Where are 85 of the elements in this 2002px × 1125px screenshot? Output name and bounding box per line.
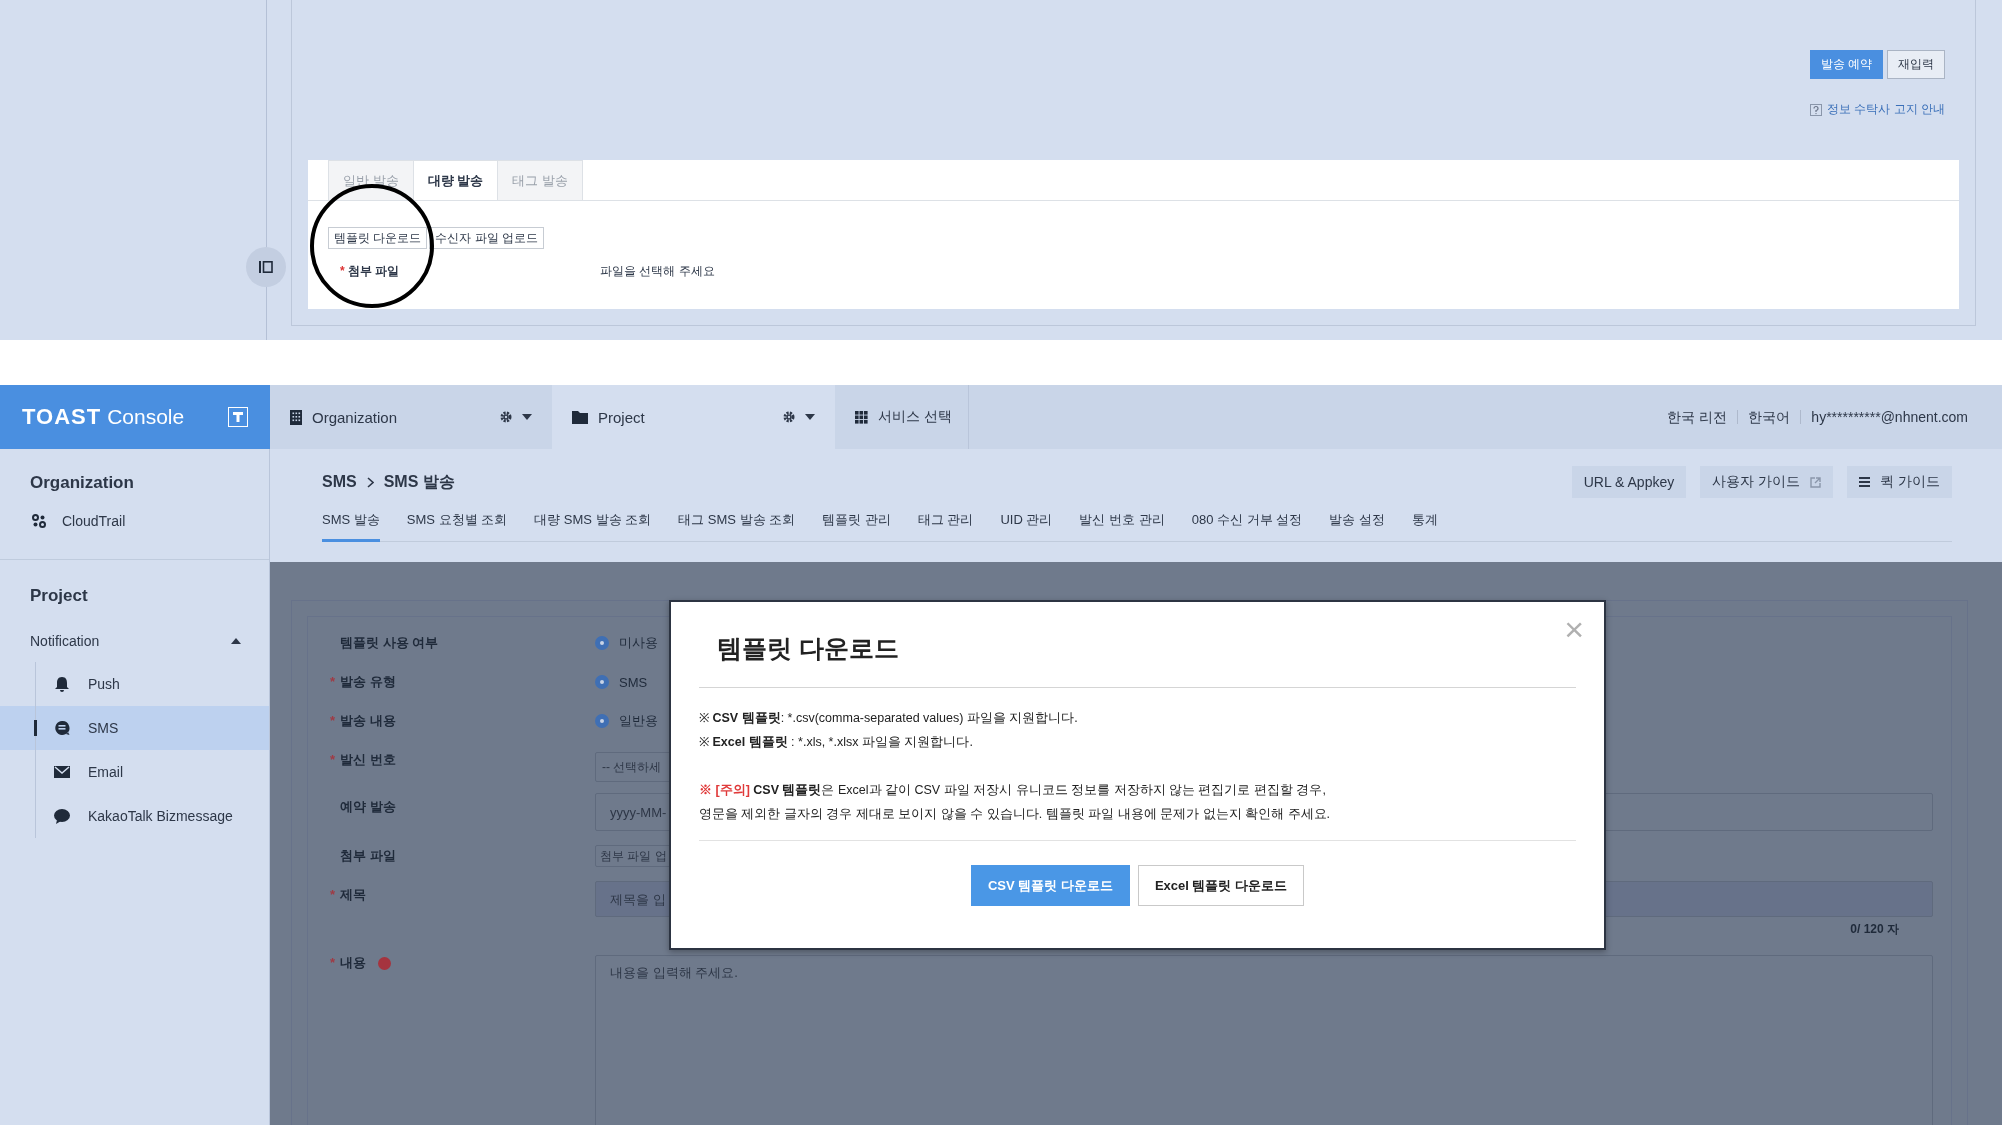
- radio-button[interactable]: [595, 636, 609, 650]
- radio-button[interactable]: [595, 675, 609, 689]
- logo-suffix: Console: [107, 405, 186, 429]
- help-icon: [1810, 103, 1822, 116]
- tab[interactable]: 발송 설정: [1329, 503, 1385, 542]
- settings-icon[interactable]: [783, 411, 795, 423]
- tab[interactable]: SMS 요청별 조회: [406, 503, 508, 542]
- bell-icon: [54, 675, 70, 693]
- field-label: 첨부 파일: [348, 264, 400, 278]
- tab[interactable]: SMS 발송: [322, 503, 380, 542]
- sidebar-group[interactable]: Notification: [30, 633, 100, 649]
- header-link[interactable]: 한국 리전: [1657, 410, 1738, 424]
- toolbar-button[interactable]: URL & Appkey: [1571, 466, 1687, 498]
- sidebar-item[interactable]: SMS: [0, 706, 269, 750]
- caret-icon: [805, 414, 815, 420]
- required-mark: *: [330, 752, 336, 767]
- breadcrumb-item[interactable]: SMS: [322, 473, 357, 491]
- organization-selector[interactable]: Organization: [312, 408, 490, 426]
- service-selector[interactable]: 서비스 선택: [878, 408, 952, 426]
- chevron-icon: [366, 476, 374, 488]
- required-mark: *: [330, 955, 336, 970]
- field-label: 제목: [340, 886, 366, 904]
- required-mark: *: [330, 887, 336, 902]
- file-status: 파일을 선택해 주세요: [600, 263, 715, 280]
- note-text: ※ Excel 템플릿 : *.xls, *.xlsx 파일을 지원합니다.: [699, 734, 974, 751]
- external-link-icon: [1810, 476, 1822, 488]
- collapse-button[interactable]: [246, 247, 286, 287]
- field-label: 첨부 파일: [340, 847, 396, 865]
- text-area[interactable]: 내용을 입력해 주세요.: [595, 955, 1933, 1125]
- sidebar-item[interactable]: Push: [0, 662, 269, 706]
- building-icon: [290, 409, 302, 425]
- sidebar-item[interactable]: CloudTrail: [62, 513, 126, 529]
- tab[interactable]: 태그 관리: [917, 503, 974, 542]
- field-label: 발송 유형: [340, 673, 396, 691]
- download-button[interactable]: Excel 템플릿 다운로드: [1137, 865, 1305, 906]
- action-button[interactable]: 재입력: [1887, 50, 1945, 79]
- field-label: 발송 내용: [340, 712, 396, 730]
- tab[interactable]: 대량 SMS 발송 조회: [534, 503, 652, 542]
- field-label: 템플릿 사용 여부: [340, 634, 439, 652]
- caret-icon[interactable]: [231, 638, 241, 644]
- field-label: 예약 발송: [340, 798, 396, 816]
- tab[interactable]: 통계: [1411, 503, 1438, 542]
- logo-text: TOAST: [22, 404, 102, 430]
- envelope-icon: [54, 766, 70, 778]
- tab[interactable]: UID 관리: [1000, 503, 1053, 542]
- tab[interactable]: 템플릿 관리: [822, 503, 891, 542]
- settings-icon[interactable]: [500, 411, 512, 423]
- sidebar-item[interactable]: Email: [0, 750, 269, 794]
- caret-icon: [522, 414, 532, 420]
- header-link[interactable]: hy**********@nhnent.com: [1800, 410, 1978, 424]
- warning-text: ※ [주의] CSV 템플릿은 Excel과 같이 CSV 파일 저장시 유니코드 정보를 저장하지 않는 편집기로 편집할 경우,: [699, 782, 1327, 799]
- panel-icon: [259, 261, 273, 273]
- breadcrumb-item[interactable]: SMS 발송: [383, 471, 455, 493]
- warning-text: 영문을 제외한 글자의 경우 제대로 보이지 않을 수 있습니다. 템플릿 파일 내용에 문제가 없는지 확인해 주세요.: [699, 806, 1332, 823]
- note-text: ※ CSV 템플릿: *.csv(comma-separated values) 파일을 지원합니다.: [699, 710, 1079, 727]
- file-button[interactable]: 수신자 파일 업로드: [429, 227, 544, 249]
- toolbar-button[interactable]: 사용자 가이드: [1700, 466, 1834, 498]
- char-counter: 0/ 120 자: [1849, 921, 1900, 938]
- radio-label: 미사용: [619, 634, 658, 652]
- section-title: Project: [29, 586, 89, 606]
- project-selector[interactable]: Project: [598, 408, 773, 426]
- field-label: 발신 번호: [340, 751, 396, 769]
- required-mark: *: [330, 674, 336, 689]
- required-mark: *: [340, 264, 345, 278]
- notice-link[interactable]: 정보 수탁사 고지 안내: [1827, 101, 1945, 118]
- product-icon[interactable]: [228, 407, 248, 427]
- field-label: 내용: [340, 954, 366, 972]
- tab[interactable]: 발신 번호 관리: [1079, 503, 1165, 542]
- radio-label: SMS: [619, 674, 648, 690]
- section-title: Organization: [29, 473, 135, 493]
- tab[interactable]: 080 수신 거부 설정: [1191, 503, 1303, 542]
- grid-icon: [855, 410, 868, 424]
- sidebar-item[interactable]: KakaoTalk Bizmessage: [0, 794, 269, 838]
- toolbar-button[interactable]: 퀵 가이드: [1847, 466, 1952, 498]
- chat-icon: [54, 720, 70, 736]
- radio-label: 일반용: [619, 712, 658, 730]
- header-link[interactable]: 한국어: [1737, 410, 1801, 424]
- required-mark: *: [330, 713, 336, 728]
- link-icon: [32, 514, 46, 528]
- menu-icon: [1859, 477, 1871, 487]
- speech-bubble-icon: [54, 808, 70, 824]
- folder-icon: [572, 410, 588, 424]
- file-button[interactable]: 템플릿 다운로드: [328, 227, 428, 249]
- tab[interactable]: 태그 SMS 발송 조회: [678, 503, 796, 542]
- radio-button[interactable]: [595, 714, 609, 728]
